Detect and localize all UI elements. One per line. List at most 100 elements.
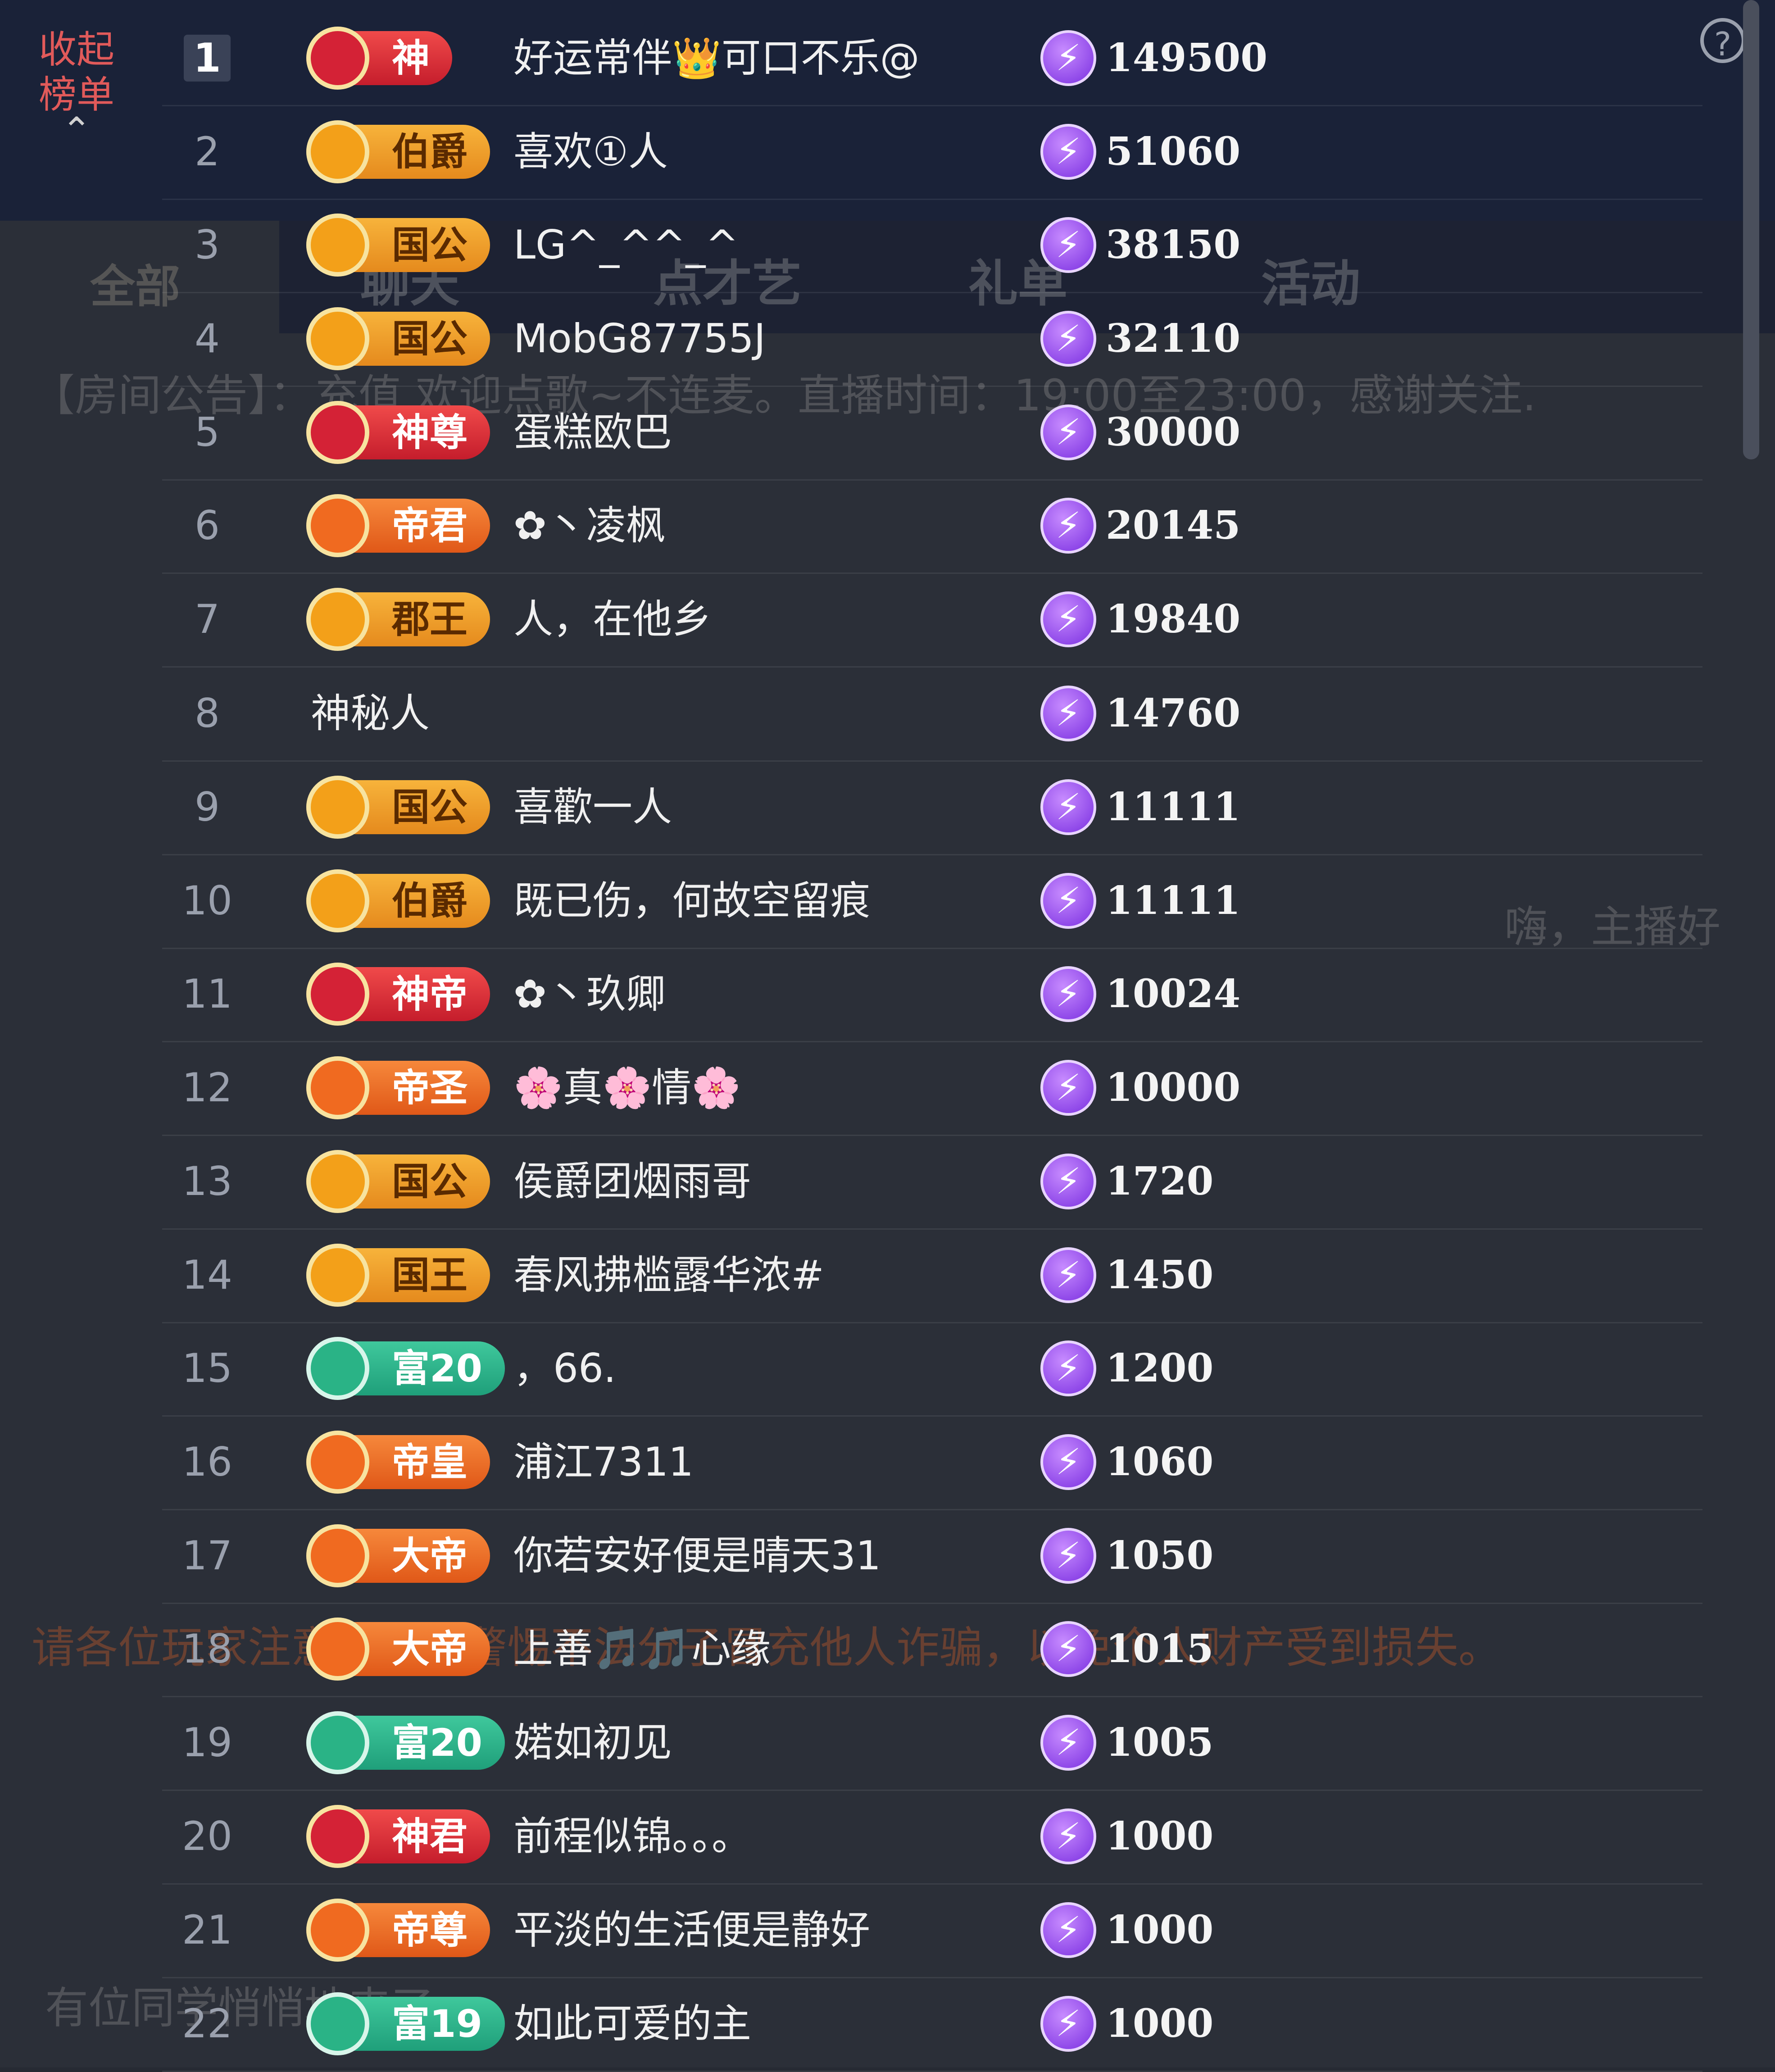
user-name[interactable]: 如此可爱的主 <box>513 1977 751 2071</box>
user-name[interactable]: 好运常伴👑可口不乐@ <box>513 11 920 105</box>
rank-badge: 富20 <box>306 1337 505 1400</box>
rank-number: 22 <box>182 2000 232 2047</box>
rank-badge: 帝君 <box>306 494 490 557</box>
lightning-coin-icon: ⚡ <box>1040 124 1096 180</box>
scrollbar[interactable] <box>1743 0 1759 459</box>
lightning-coin-icon: ⚡ <box>1040 591 1096 647</box>
ranking-row[interactable]: 17 大帝 你若安好便是晴天31 ⚡ 1050 <box>162 1509 1702 1604</box>
rank-badge: 国王 <box>306 1244 490 1307</box>
ranking-row[interactable]: 8 神秘人 ⚡ 14760 <box>162 667 1702 762</box>
lightning-coin-icon: ⚡ <box>1040 498 1096 554</box>
ranking-row[interactable]: 5 神尊 蛋糕欧巴 ⚡ 30000 <box>162 386 1702 481</box>
user-name[interactable]: 浦江7311 <box>513 1415 694 1509</box>
ranking-row[interactable]: 10 伯爵 既已伤，何故空留痕 ⚡ 11111 <box>162 854 1702 949</box>
user-name[interactable]: 蛋糕欧巴 <box>513 386 672 479</box>
contribution-score: 1000 <box>1106 1907 1214 1953</box>
ranking-row[interactable]: 12 帝圣 🌸真🌸情🌸 ⚡ 10000 <box>162 1041 1702 1136</box>
contribution-score: 1050 <box>1106 1533 1214 1578</box>
contribution-score: 11111 <box>1106 784 1241 830</box>
user-name[interactable]: 春风拂槛露华浓# <box>513 1228 824 1322</box>
ranking-row[interactable]: 18 大帝 上善🎵🎵心缘 ⚡ 1015 <box>162 1602 1702 1697</box>
badge-emblem-icon <box>306 1337 369 1400</box>
user-name[interactable]: 上善🎵🎵心缘 <box>513 1602 771 1696</box>
ranking-row[interactable]: 2 伯爵 喜欢①人 ⚡ 51060 <box>162 105 1702 200</box>
rank-badge: 国公 <box>306 776 490 839</box>
ranking-row[interactable]: 21 帝尊 平淡的生活便是静好 ⚡ 1000 <box>162 1883 1702 1978</box>
user-name[interactable]: ✿丶凌枫 <box>513 479 666 573</box>
collapse-label: 收起榜单 <box>38 27 114 117</box>
question-circle-icon[interactable]: ? <box>1700 18 1745 63</box>
ranking-row[interactable]: 6 帝君 ✿丶凌枫 ⚡ 20145 <box>162 479 1702 574</box>
contribution-score: 1005 <box>1106 1720 1214 1765</box>
rank-badge: 国公 <box>306 1150 490 1213</box>
contribution-score: 10024 <box>1106 971 1241 1017</box>
contribution-score: 1450 <box>1106 1252 1214 1298</box>
ranking-row[interactable]: 19 富20 婼如初见 ⚡ 1005 <box>162 1696 1702 1791</box>
ranking-row[interactable]: 15 富20 ，66. ⚡ 1200 <box>162 1322 1702 1417</box>
user-name[interactable]: 既已伤，何故空留痕 <box>513 854 870 948</box>
ranking-row[interactable]: 4 国公 MobG87755J ⚡ 32110 <box>162 292 1702 387</box>
lightning-coin-icon: ⚡ <box>1040 779 1096 835</box>
rank-badge: 富20 <box>306 1711 505 1774</box>
lightning-coin-icon: ⚡ <box>1040 404 1096 460</box>
contribution-score: 32110 <box>1106 316 1241 361</box>
contribution-score: 1015 <box>1106 1626 1214 1672</box>
user-name[interactable]: 你若安好便是晴天31 <box>513 1509 881 1603</box>
user-name[interactable]: 神秘人 <box>311 667 430 760</box>
badge-emblem-icon <box>306 869 369 932</box>
contribution-score: 30000 <box>1106 409 1241 455</box>
collapse-ranking-button[interactable]: 收起榜单 ⌃ <box>27 27 126 149</box>
user-name[interactable]: 喜歡一人 <box>513 760 672 854</box>
user-name[interactable]: 平淡的生活便是静好 <box>513 1883 870 1977</box>
rank-number: 10 <box>182 877 232 924</box>
lightning-coin-icon: ⚡ <box>1040 1808 1096 1864</box>
user-name[interactable]: LG^_^^_^ <box>513 198 739 292</box>
user-name[interactable]: 喜欢①人 <box>513 105 668 199</box>
user-name[interactable]: 🌸真🌸情🌸 <box>513 1041 741 1135</box>
user-name[interactable]: 婼如初见 <box>513 1696 672 1790</box>
rank-badge: 富19 <box>306 1992 505 2055</box>
user-name[interactable]: 侯爵团烟雨哥 <box>513 1135 751 1228</box>
ranking-row[interactable]: 1 神好运常伴👑可口不乐@ ⚡ 149500 <box>162 11 1702 106</box>
lightning-coin-icon: ⚡ <box>1040 1902 1096 1958</box>
user-name[interactable]: 前程似锦。。。 <box>513 1790 751 1883</box>
lightning-coin-icon: ⚡ <box>1040 1340 1096 1396</box>
ranking-row[interactable]: 13 国公 侯爵团烟雨哥 ⚡ 1720 <box>162 1135 1702 1230</box>
ranking-row[interactable]: 16 帝皇 浦江7311 ⚡ 1060 <box>162 1415 1702 1510</box>
contribution-score: 14760 <box>1106 691 1241 736</box>
contribution-score: 51060 <box>1106 129 1241 174</box>
rank-badge: 伯爵 <box>306 869 490 932</box>
lightning-coin-icon: ⚡ <box>1040 873 1096 929</box>
contribution-score: 38150 <box>1106 222 1241 268</box>
ranking-row[interactable]: 11 神帝 ✿丶玖卿 ⚡ 10024 <box>162 947 1702 1042</box>
user-name[interactable]: MobG87755J <box>513 292 766 386</box>
contribution-score: 1060 <box>1106 1439 1214 1485</box>
ranking-row[interactable]: 14 国王 春风拂槛露华浓# ⚡ 1450 <box>162 1228 1702 1323</box>
ranking-row[interactable]: 20 神君 前程似锦。。。 ⚡ 1000 <box>162 1790 1702 1885</box>
rank-badge: 帝尊 <box>306 1899 490 1962</box>
lightning-coin-icon: ⚡ <box>1040 686 1096 741</box>
badge-emblem-icon <box>306 1618 369 1681</box>
user-name[interactable]: 人，在他乡 <box>513 573 712 666</box>
ranking-row[interactable]: 9 国公 喜歡一人 ⚡ 11111 <box>162 760 1702 855</box>
contribution-score: 1200 <box>1106 1345 1214 1391</box>
rank-badge: 国公 <box>306 307 490 370</box>
rank-number: 3 <box>195 222 220 268</box>
ranking-row[interactable]: 3 国公 LG^_^^_^ ⚡ 38150 <box>162 198 1702 293</box>
contribution-score: 20145 <box>1106 503 1241 548</box>
ranking-row[interactable]: 22 富19 如此可爱的主 ⚡ 1000 <box>162 1977 1702 2072</box>
rank-number: 11 <box>182 971 232 1017</box>
contribution-score: 1000 <box>1106 2001 1214 2046</box>
user-name[interactable]: ，66. <box>513 1322 616 1415</box>
badge-emblem-icon <box>306 1524 369 1587</box>
user-name[interactable]: ✿丶玖卿 <box>513 947 666 1041</box>
lightning-coin-icon: ⚡ <box>1040 1060 1096 1116</box>
rank-badge: 郡王 <box>306 588 490 651</box>
ranking-row[interactable]: 7 郡王 人，在他乡 ⚡ 19840 <box>162 573 1702 668</box>
lightning-coin-icon: ⚡ <box>1040 1434 1096 1490</box>
rank-badge: 大帝 <box>306 1524 490 1587</box>
rank-number: 20 <box>182 1813 232 1859</box>
rank-badge: 神尊 <box>306 401 490 464</box>
lightning-coin-icon: ⚡ <box>1040 1621 1096 1677</box>
contribution-score: 1720 <box>1106 1159 1214 1204</box>
